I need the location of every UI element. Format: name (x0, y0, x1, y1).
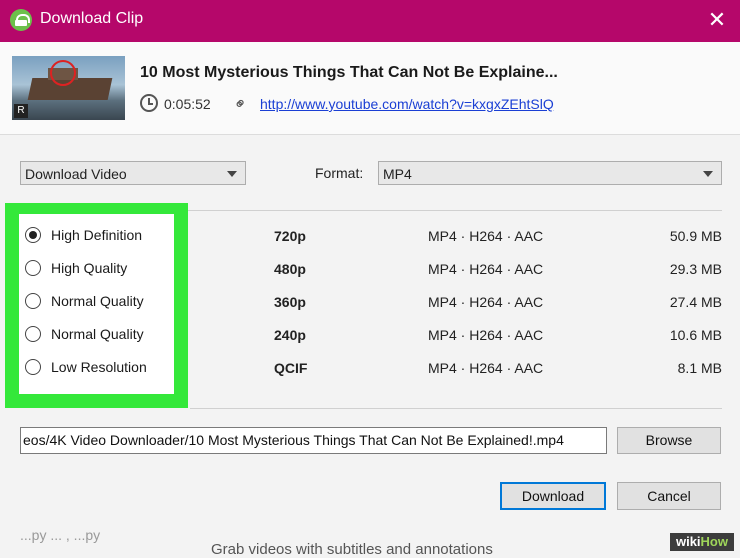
size-cell: 29.3 MB (669, 261, 722, 277)
codec-cell: MP4 · H264 · AAC (428, 294, 544, 310)
link-icon: ⚭ (230, 93, 252, 116)
resolution-cell: 720p (274, 228, 306, 244)
codec-cell: MP4 · H264 · AAC (428, 261, 544, 277)
window-title: Download Clip (40, 10, 144, 27)
divider (190, 408, 722, 409)
resolution-cell: 360p (274, 294, 306, 310)
video-info-panel: R 10 Most Mysterious Things That Can Not… (0, 42, 740, 135)
video-title: 10 Most Mysterious Things That Can Not B… (140, 64, 558, 81)
radio-button-checked[interactable] (25, 227, 41, 243)
size-cell: 10.6 MB (669, 327, 722, 343)
output-path-value: eos/4K Video Downloader/10 Most Mysterio… (23, 432, 564, 448)
download-mode-value: Download Video (25, 166, 127, 182)
codec-cell: MP4 · H264 · AAC (428, 228, 544, 244)
radio-button[interactable] (25, 293, 41, 309)
chevron-down-icon (703, 171, 713, 177)
size-cell: 50.9 MB (669, 228, 722, 244)
red-circle-annotation (50, 60, 76, 86)
codec-cell: MP4 · H264 · AAC (428, 327, 544, 343)
app-lock-icon (10, 9, 32, 31)
radio-button[interactable] (25, 260, 41, 276)
format-value: MP4 (383, 166, 412, 182)
codec-cell: MP4 · H264 · AAC (428, 360, 544, 376)
format-label: Format: (315, 165, 364, 181)
browse-button[interactable]: Browse (617, 427, 721, 454)
radio-button[interactable] (25, 359, 41, 375)
thumbnail-badge: R (14, 104, 28, 118)
resolution-cell: 240p (274, 327, 306, 343)
quality-label: Normal Quality (51, 293, 144, 309)
cancel-button[interactable]: Cancel (617, 482, 721, 510)
output-path-input[interactable]: eos/4K Video Downloader/10 Most Mysterio… (20, 427, 607, 454)
chevron-down-icon (227, 171, 237, 177)
radio-button[interactable] (25, 326, 41, 342)
size-cell: 27.4 MB (669, 294, 722, 310)
video-thumbnail: R (12, 56, 125, 120)
size-cell: 8.1 MB (677, 360, 722, 376)
clock-icon (140, 94, 158, 112)
video-duration: 0:05:52 (164, 96, 211, 112)
watermark-how: How (700, 534, 728, 549)
background-faded-text: ...py ... , ...py (20, 527, 101, 543)
wikihow-watermark: wikiHow (669, 533, 734, 551)
quality-label: Low Resolution (51, 359, 147, 375)
close-button[interactable]: ✕ (702, 5, 732, 35)
watermark-wiki: wiki (675, 534, 701, 549)
format-select[interactable]: MP4 (378, 161, 722, 185)
quality-label: High Quality (51, 260, 128, 276)
video-url-link[interactable]: http://www.youtube.com/watch?v=kxgxZEhtS… (260, 96, 554, 112)
download-mode-select[interactable]: Download Video (20, 161, 246, 185)
resolution-cell: QCIF (274, 360, 308, 376)
download-button[interactable]: Download (500, 482, 606, 510)
background-footer-text: Grab videos with subtitles and annotatio… (211, 541, 493, 558)
quality-label: Normal Quality (51, 326, 144, 342)
quality-label: High Definition (51, 227, 143, 243)
title-bar: Download Clip ✕ (0, 0, 740, 42)
resolution-cell: 480p (274, 261, 306, 277)
